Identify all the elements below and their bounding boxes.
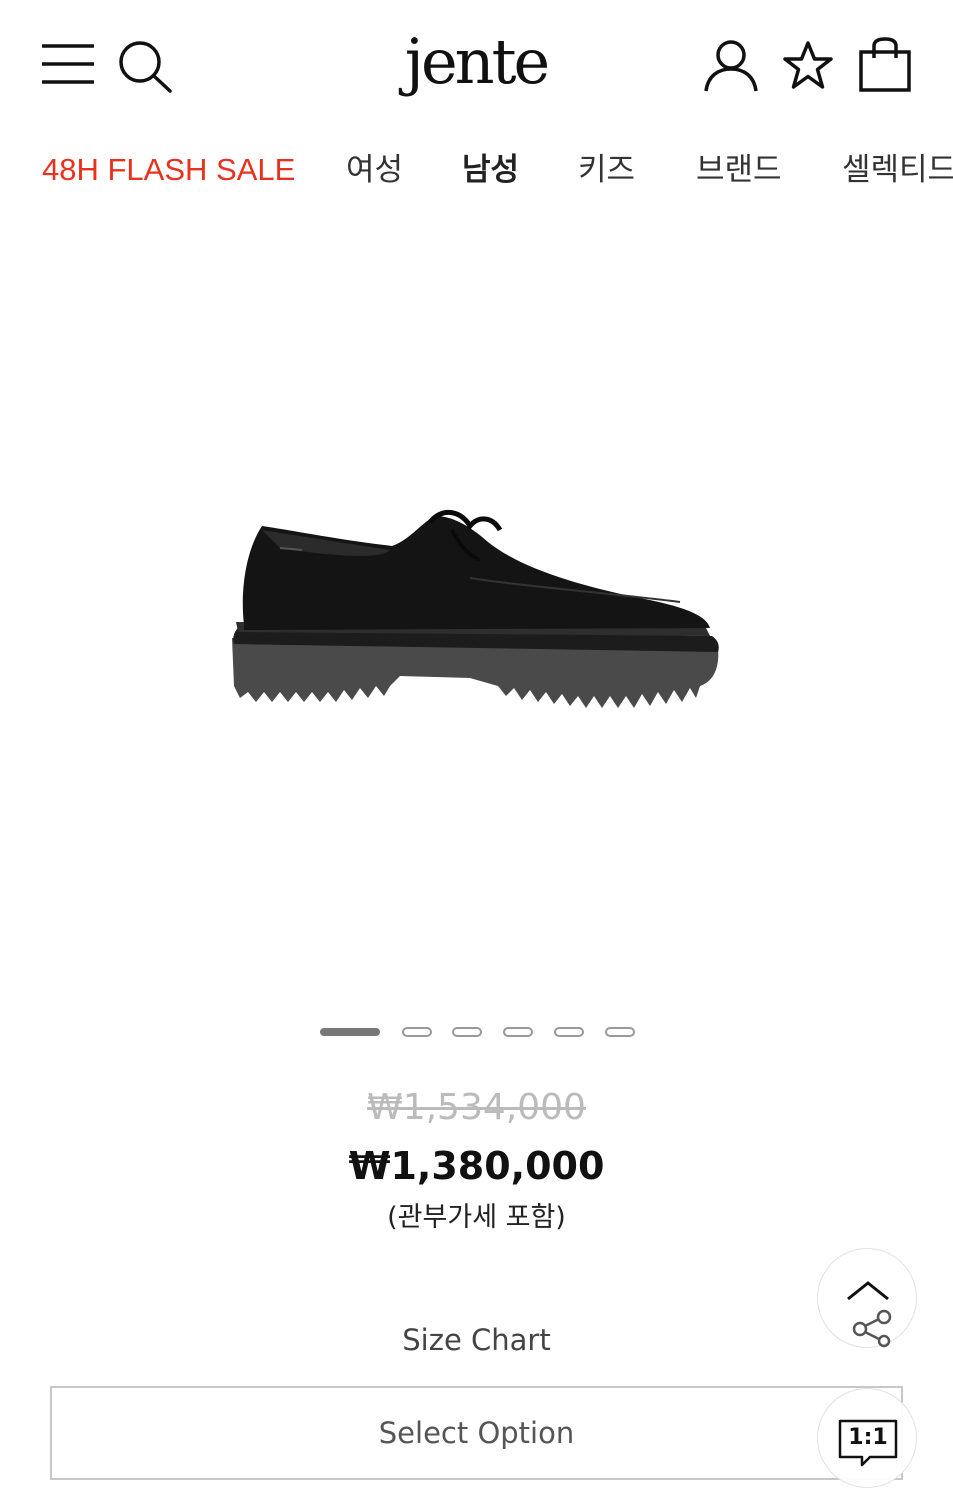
menu-icon[interactable] [40,40,96,88]
carousel-dot[interactable] [452,1027,482,1037]
select-option-label: Select Option [378,1416,575,1450]
category-nav: 48H FLASH SALE 여성 남성 키즈 브랜드 셀렉티드 [0,140,953,204]
logo[interactable]: jente [376,20,576,104]
nav-item-brand[interactable]: 브랜드 [696,150,782,190]
bag-icon[interactable] [856,36,914,94]
carousel-dot[interactable] [605,1027,635,1037]
chat-button[interactable]: 1:1 [817,1388,917,1488]
user-icon[interactable] [700,38,762,94]
sale-price: ₩1,380,000 [348,1144,605,1188]
nav-item-selected[interactable]: 셀렉티드 [842,150,953,190]
header: jente [0,0,953,130]
price-note: (관부가세 포함) [387,1202,566,1233]
nav-item-men[interactable]: 남성 [462,150,519,190]
carousel-dot[interactable] [554,1027,584,1037]
search-icon[interactable] [116,38,174,94]
star-icon[interactable] [780,40,836,92]
select-option-dropdown[interactable]: Select Option [50,1386,903,1480]
carousel-dot-active[interactable] [320,1028,380,1036]
size-chart-link[interactable]: Size Chart [0,1320,953,1360]
carousel-dot[interactable] [402,1027,432,1037]
chevron-up-icon [847,1281,889,1301]
original-price: ₩1,534,000 [367,1087,586,1128]
product-image[interactable] [0,230,953,1010]
nav-item-women[interactable]: 여성 [346,150,403,190]
nav-item-kids[interactable]: 키즈 [578,150,635,190]
carousel-indicator [318,1025,638,1039]
share-icon [852,1309,892,1348]
nav-item-flash-sale[interactable]: 48H FLASH SALE [42,150,295,190]
chat-label: 1:1 [848,1425,888,1450]
carousel-dot[interactable] [503,1027,533,1037]
scroll-top-share-button[interactable] [817,1248,917,1348]
